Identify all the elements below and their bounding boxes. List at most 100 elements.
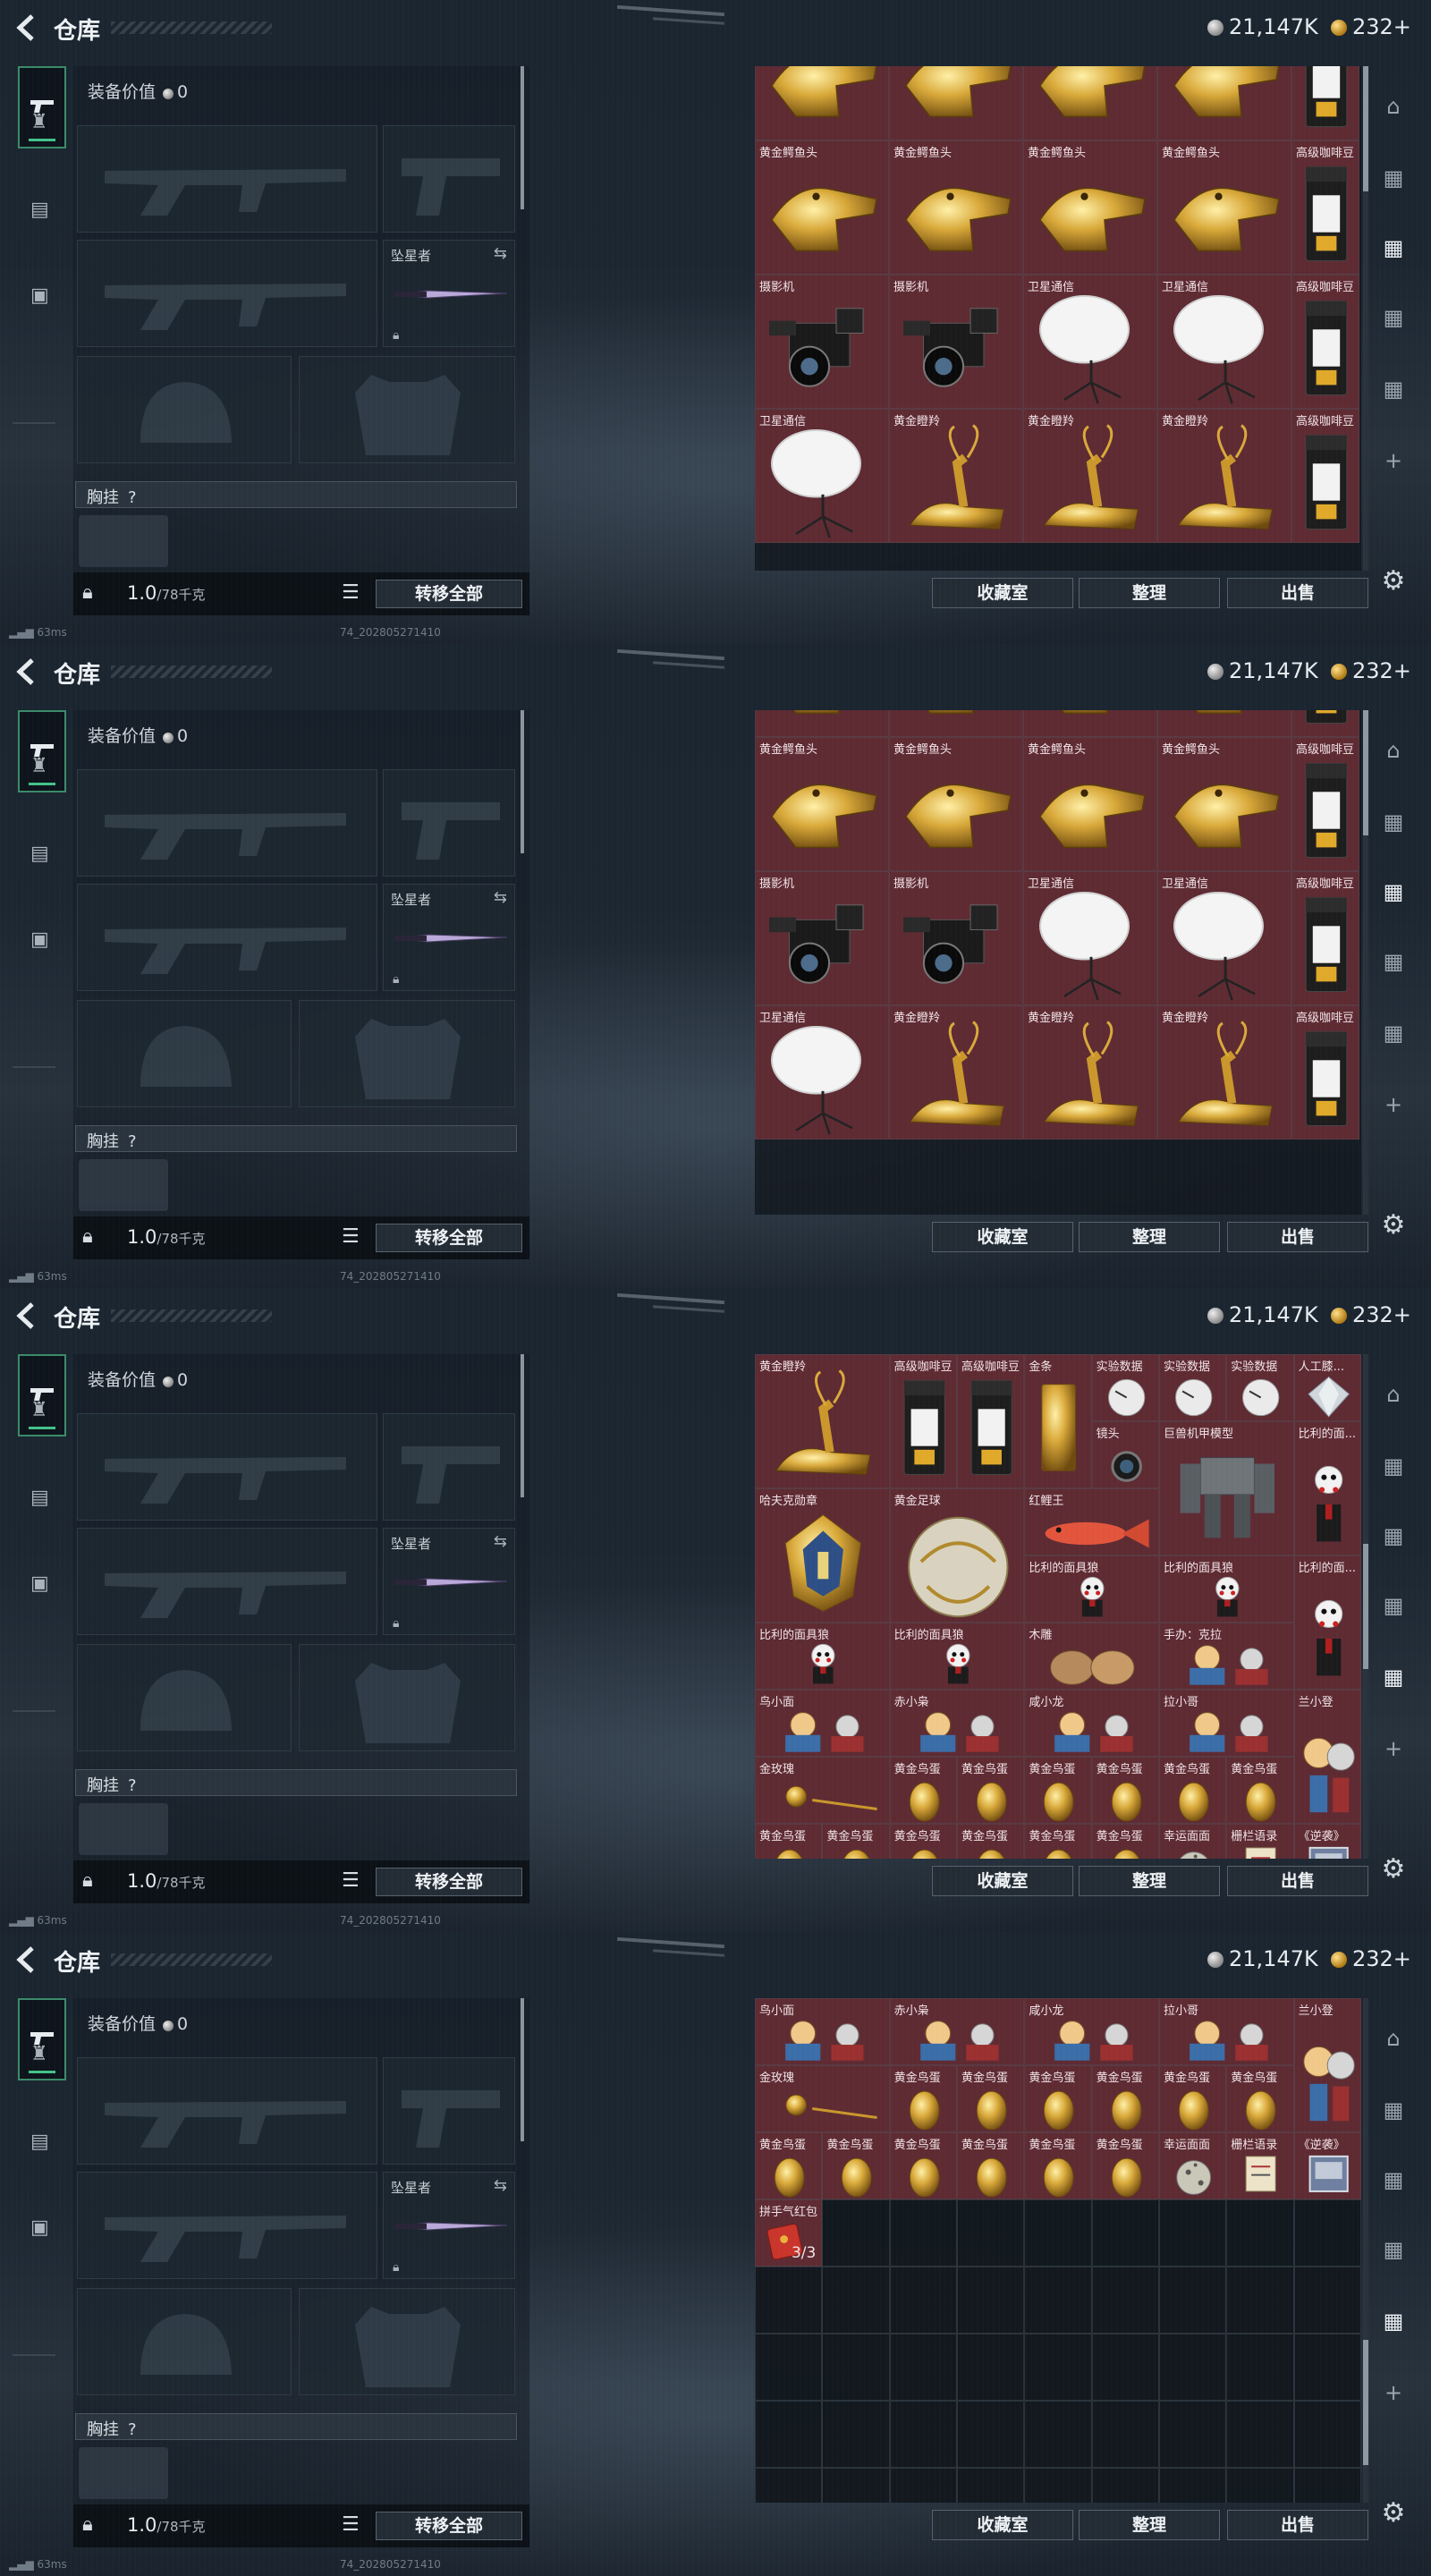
inventory-item[interactable]: 黄金鸟蛋: [755, 1824, 823, 1859]
inventory-item[interactable]: 比利的面...: [1293, 1555, 1361, 1690]
inventory-item[interactable]: 黄金鸟蛋: [956, 1824, 1025, 1859]
inventory-item[interactable]: 卫星通信: [1157, 871, 1291, 1005]
empty-slot[interactable]: [956, 2334, 1025, 2401]
help-icon[interactable]: ?: [128, 1132, 137, 1151]
transfer-all-button[interactable]: 转移全部: [376, 2512, 522, 2540]
inventory-item[interactable]: 兰小登: [1293, 1690, 1361, 1824]
inventory-item[interactable]: [1023, 710, 1157, 737]
helmet-slot[interactable]: [77, 2288, 292, 2395]
briefcase-icon[interactable]: ▣: [30, 928, 54, 951]
collection-room-button[interactable]: 收藏室: [932, 2510, 1073, 2540]
equipment-scrollbar[interactable]: [521, 1354, 524, 1497]
sort-button[interactable]: 整理: [1079, 2510, 1220, 2540]
inventory-item[interactable]: 卫星通信: [755, 409, 889, 543]
empty-slot[interactable]: [755, 2468, 823, 2503]
inventory-item[interactable]: 人工膝...: [1293, 1354, 1361, 1421]
chest-rig-slot[interactable]: 胸挂?: [75, 2413, 517, 2440]
swap-arrows-icon[interactable]: ⇆: [494, 888, 507, 907]
inventory-item[interactable]: 黄金鸟蛋: [1226, 1757, 1294, 1824]
empty-slot[interactable]: [1226, 2468, 1294, 2503]
sell-button[interactable]: 出售: [1227, 578, 1368, 608]
storage-tab-1-icon[interactable]: ▦: [1377, 1453, 1410, 1479]
transfer-all-button[interactable]: 转移全部: [376, 1224, 522, 1252]
empty-slot[interactable]: [1293, 2199, 1361, 2267]
list-icon[interactable]: ☰: [342, 2513, 360, 2536]
inventory-item[interactable]: 金玫瑰: [755, 2065, 890, 2132]
empty-slot[interactable]: [1226, 2199, 1294, 2267]
primary-weapon-slot[interactable]: [77, 125, 377, 233]
inventory-item[interactable]: 黄金鸟蛋: [889, 2132, 957, 2199]
empty-slot[interactable]: [956, 2468, 1025, 2503]
inventory-item[interactable]: 黄金鸟蛋: [1024, 2132, 1092, 2199]
inventory-item[interactable]: 幸运面面: [1158, 1824, 1227, 1859]
empty-slot[interactable]: [956, 2401, 1025, 2468]
inventory-item[interactable]: 摄影机: [889, 275, 1023, 409]
tab-weapons[interactable]: [18, 710, 66, 792]
inventory-item[interactable]: [1291, 66, 1359, 140]
inventory-item[interactable]: 黄金瞪羚: [889, 1005, 1023, 1140]
inventory-item[interactable]: 巨兽机甲模型: [1158, 1421, 1294, 1555]
helmet-icon[interactable]: ♜: [30, 1399, 54, 1421]
empty-slot[interactable]: [1158, 2468, 1227, 2503]
empty-slot[interactable]: [956, 2267, 1025, 2334]
inventory-item[interactable]: 黄金鳄鱼头: [1023, 140, 1157, 275]
empty-slot[interactable]: [889, 2267, 957, 2334]
inventory-item[interactable]: 木雕: [1024, 1623, 1159, 1690]
swap-arrows-icon[interactable]: ⇆: [494, 1532, 507, 1551]
inventory-item[interactable]: 黄金瞪羚: [1157, 1005, 1291, 1140]
storage-tab-4-icon[interactable]: ▦: [1377, 1664, 1410, 1690]
empty-slot[interactable]: [1091, 2468, 1159, 2503]
inventory-item[interactable]: [755, 710, 889, 737]
sell-button[interactable]: 出售: [1227, 2510, 1368, 2540]
briefcase-icon[interactable]: ▣: [30, 2216, 54, 2239]
primary-weapon-slot[interactable]: [77, 2057, 377, 2165]
back-chevron-icon[interactable]: [13, 13, 39, 43]
inventory-item[interactable]: 高级咖啡豆: [1291, 737, 1359, 871]
back-chevron-icon[interactable]: [13, 657, 39, 687]
inventory-item[interactable]: 黄金瞪羚: [1023, 1005, 1157, 1140]
empty-slot[interactable]: [1024, 2468, 1092, 2503]
inventory-item[interactable]: 实验数据: [1226, 1354, 1294, 1421]
inventory-item[interactable]: [1157, 710, 1291, 737]
empty-slot[interactable]: [956, 2199, 1025, 2267]
inventory-item[interactable]: 黄金足球: [889, 1488, 1025, 1623]
inventory-scrollbar-thumb[interactable]: [1363, 66, 1368, 191]
primary-weapon-slot[interactable]: [77, 769, 377, 877]
storage-tab-4-icon[interactable]: ▦: [1377, 376, 1410, 402]
secondary-weapon-slot[interactable]: [77, 884, 377, 991]
sort-button[interactable]: 整理: [1079, 1866, 1220, 1896]
inventory-item[interactable]: 黄金鳄鱼头: [1157, 737, 1291, 871]
empty-slot[interactable]: [1158, 2334, 1227, 2401]
pistol-slot[interactable]: [383, 2057, 515, 2165]
gold-currency[interactable]: 232+: [1331, 14, 1411, 39]
inventory-item[interactable]: 黄金鸟蛋: [1024, 1757, 1092, 1824]
inventory-scrollbar-thumb[interactable]: [1363, 1544, 1368, 1669]
inventory-item[interactable]: 黄金鸟蛋: [956, 2132, 1025, 2199]
add-storage-icon[interactable]: +: [1377, 447, 1410, 474]
settings-gear-icon[interactable]: ⚙: [1377, 2497, 1410, 2529]
helmet-slot[interactable]: [77, 1000, 292, 1107]
empty-slot[interactable]: [755, 2334, 823, 2401]
storage-tab-2-icon[interactable]: ▦: [1377, 2166, 1410, 2193]
inventory-item[interactable]: 黄金鸟蛋: [1091, 1757, 1159, 1824]
empty-slot[interactable]: [1158, 2199, 1227, 2267]
helmet-icon[interactable]: ♜: [30, 2043, 54, 2065]
inventory-item[interactable]: 幸运面面: [1158, 2132, 1227, 2199]
empty-slot[interactable]: [1024, 2267, 1092, 2334]
sort-button[interactable]: 整理: [1079, 1222, 1220, 1252]
storage-tab-1-icon[interactable]: ▦: [1377, 809, 1410, 835]
inventory-item[interactable]: 卫星通信: [1023, 871, 1157, 1005]
storage-tab-1-icon[interactable]: ▦: [1377, 2097, 1410, 2123]
inventory-item[interactable]: 黄金鳄鱼头: [889, 140, 1023, 275]
empty-slot[interactable]: [1091, 2267, 1159, 2334]
settings-gear-icon[interactable]: ⚙: [1377, 1853, 1410, 1885]
inventory-scrollbar-thumb[interactable]: [1363, 2339, 1368, 2465]
armor-slot[interactable]: [299, 356, 515, 463]
inventory-item[interactable]: 《逆袭》: [1293, 1824, 1361, 1859]
inventory-scrollbar-thumb[interactable]: [1363, 710, 1368, 835]
inventory-item[interactable]: 红鲤王: [1024, 1488, 1159, 1555]
collection-room-button[interactable]: 收藏室: [932, 1866, 1073, 1896]
tab-weapons[interactable]: [18, 1998, 66, 2080]
inventory-item[interactable]: 黄金鳄鱼头: [889, 737, 1023, 871]
inventory-item[interactable]: 比利的面具狼: [1024, 1555, 1159, 1623]
